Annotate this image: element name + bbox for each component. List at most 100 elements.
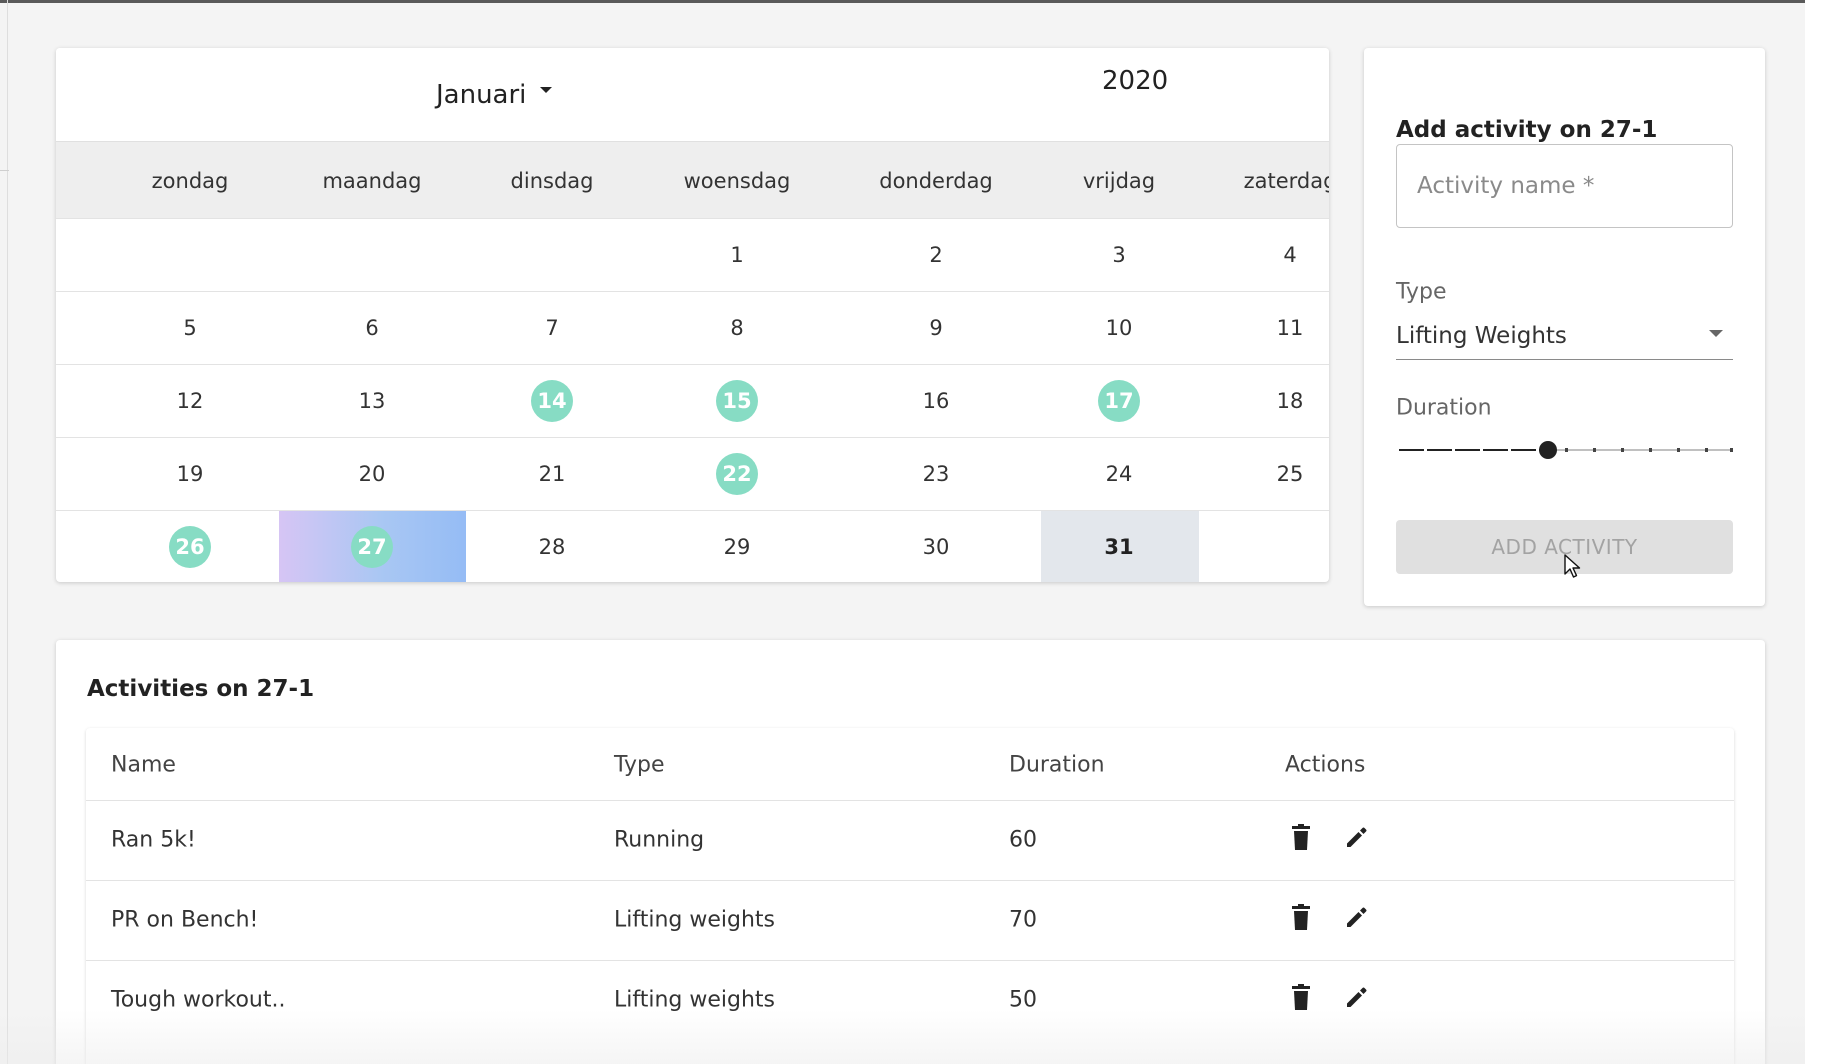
calendar-day-24[interactable]: 24 bbox=[1098, 453, 1140, 495]
duration-slider[interactable] bbox=[1396, 438, 1733, 462]
calendar-week-row: 19 20 21 22 23 24 25 bbox=[56, 437, 1329, 510]
column-header-actions: Actions bbox=[1285, 752, 1366, 778]
slider-track bbox=[1396, 449, 1548, 451]
year-label[interactable]: 2020 bbox=[1102, 66, 1168, 96]
type-select[interactable]: Lifting Weights bbox=[1396, 306, 1733, 360]
calendar-grid: 1 2 3 4 5 6 7 8 9 10 11 12 13 14 15 16 17 18 19 20 21 22 23 24 2… bbox=[56, 218, 1329, 582]
calendar-day-3[interactable]: 3 bbox=[1098, 234, 1140, 276]
calendar-day-cell-10[interactable]: 10 bbox=[1041, 292, 1199, 364]
calendar-day-cell-3[interactable]: 3 bbox=[1041, 219, 1199, 291]
calendar-day-cell-5[interactable]: 5 bbox=[56, 292, 279, 364]
calendar-day-cell-21[interactable]: 21 bbox=[466, 438, 646, 510]
calendar-day-27[interactable]: 27 bbox=[351, 526, 393, 568]
calendar-day-26[interactable]: 26 bbox=[169, 526, 211, 568]
month-select[interactable]: Januari bbox=[436, 80, 553, 110]
calendar-day-18[interactable]: 18 bbox=[1269, 380, 1311, 422]
calendar-day-2[interactable]: 2 bbox=[915, 234, 957, 276]
calendar-day-25[interactable]: 25 bbox=[1269, 453, 1311, 495]
weekday-zaterdag: zaterdag bbox=[1243, 168, 1329, 193]
calendar-day-7[interactable]: 7 bbox=[531, 307, 573, 349]
calendar-day-cell-24[interactable]: 24 bbox=[1041, 438, 1199, 510]
calendar-day-21[interactable]: 21 bbox=[531, 453, 573, 495]
delete-icon[interactable] bbox=[1287, 901, 1315, 933]
weekday-header: zondag maandag dinsdag woensdag donderdag vri… bbox=[56, 141, 1329, 218]
caret-down-icon bbox=[1709, 330, 1723, 337]
slider-mark bbox=[1620, 448, 1624, 452]
calendar-day-cell-13[interactable]: 13 bbox=[279, 365, 466, 437]
add-activity-panel: Add activity on 27-1 Type Lifting Weight… bbox=[1364, 48, 1765, 606]
calendar-day-cell-17[interactable]: 17 bbox=[1041, 365, 1199, 437]
caret-down-icon bbox=[540, 87, 553, 93]
activities-table: Name Type Duration Actions Ran 5k! Running 60 P… bbox=[86, 728, 1734, 1064]
mouse-cursor-icon bbox=[1564, 554, 1581, 578]
cell-duration: 50 bbox=[1009, 987, 1037, 1013]
calendar-day-cell-15[interactable]: 15 bbox=[646, 365, 836, 437]
edit-icon[interactable] bbox=[1343, 981, 1371, 1013]
calendar-day-cell-16[interactable]: 16 bbox=[836, 365, 1041, 437]
calendar-day-6[interactable]: 6 bbox=[351, 307, 393, 349]
calendar-day-cell-27[interactable]: 27 bbox=[279, 511, 466, 582]
calendar-day-cell-6[interactable]: 6 bbox=[279, 292, 466, 364]
calendar-day-23[interactable]: 23 bbox=[915, 453, 957, 495]
edit-icon[interactable] bbox=[1343, 821, 1371, 853]
calendar-day-cell-2[interactable]: 2 bbox=[836, 219, 1041, 291]
activity-name-field[interactable] bbox=[1396, 144, 1733, 228]
calendar: Januari 2020 zondag maandag dinsdag woensda… bbox=[56, 48, 1329, 582]
edit-icon[interactable] bbox=[1343, 901, 1371, 933]
calendar-day-cell-8[interactable]: 8 bbox=[646, 292, 836, 364]
cell-name: PR on Bench! bbox=[111, 907, 259, 933]
delete-icon[interactable] bbox=[1287, 821, 1315, 853]
calendar-day-5[interactable]: 5 bbox=[169, 307, 211, 349]
calendar-day-cell-9[interactable]: 9 bbox=[836, 292, 1041, 364]
calendar-day-17[interactable]: 17 bbox=[1098, 380, 1140, 422]
calendar-day-cell-22[interactable]: 22 bbox=[646, 438, 836, 510]
calendar-day-cell-23[interactable]: 23 bbox=[836, 438, 1041, 510]
calendar-day-4[interactable]: 4 bbox=[1269, 234, 1311, 276]
calendar-day-cell-29[interactable]: 29 bbox=[646, 511, 836, 582]
calendar-day-cell-30[interactable]: 30 bbox=[836, 511, 1041, 582]
calendar-day-10[interactable]: 10 bbox=[1098, 307, 1140, 349]
type-label: Type bbox=[1396, 279, 1447, 305]
calendar-day-22[interactable]: 22 bbox=[716, 453, 758, 495]
calendar-day-cell-28[interactable]: 28 bbox=[466, 511, 646, 582]
calendar-day-cell-14[interactable]: 14 bbox=[466, 365, 646, 437]
calendar-empty-cell bbox=[279, 219, 466, 291]
weekday-maandag: maandag bbox=[322, 168, 422, 193]
calendar-day-cell-26[interactable]: 26 bbox=[56, 511, 279, 582]
calendar-day-cell-11[interactable]: 11 bbox=[1199, 292, 1329, 364]
column-header-name: Name bbox=[111, 752, 176, 778]
right-edge-strip bbox=[1805, 0, 1827, 1064]
calendar-day-20[interactable]: 20 bbox=[351, 453, 393, 495]
calendar-day-16[interactable]: 16 bbox=[915, 380, 957, 422]
calendar-day-31[interactable]: 31 bbox=[1098, 526, 1140, 568]
calendar-empty-cell bbox=[1199, 511, 1329, 582]
calendar-day-cell-20[interactable]: 20 bbox=[279, 438, 466, 510]
slider-mark bbox=[1508, 448, 1512, 452]
calendar-day-28[interactable]: 28 bbox=[531, 526, 573, 568]
left-edge bbox=[7, 0, 8, 1064]
calendar-day-29[interactable]: 29 bbox=[716, 526, 758, 568]
calendar-day-12[interactable]: 12 bbox=[169, 380, 211, 422]
calendar-day-cell-18[interactable]: 18 bbox=[1199, 365, 1329, 437]
calendar-day-cell-19[interactable]: 19 bbox=[56, 438, 279, 510]
calendar-day-30[interactable]: 30 bbox=[915, 526, 957, 568]
calendar-day-1[interactable]: 1 bbox=[716, 234, 758, 276]
calendar-day-14[interactable]: 14 bbox=[531, 380, 573, 422]
calendar-day-8[interactable]: 8 bbox=[716, 307, 758, 349]
calendar-day-13[interactable]: 13 bbox=[351, 380, 393, 422]
calendar-day-cell-1[interactable]: 1 bbox=[646, 219, 836, 291]
calendar-day-cell-12[interactable]: 12 bbox=[56, 365, 279, 437]
delete-icon[interactable] bbox=[1287, 981, 1315, 1013]
row-divider bbox=[86, 880, 1734, 881]
calendar-day-15[interactable]: 15 bbox=[716, 380, 758, 422]
calendar-day-cell-4[interactable]: 4 bbox=[1199, 219, 1329, 291]
calendar-day-9[interactable]: 9 bbox=[915, 307, 957, 349]
activity-name-input[interactable] bbox=[1397, 145, 1732, 227]
calendar-day-cell-7[interactable]: 7 bbox=[466, 292, 646, 364]
calendar-day-cell-31[interactable]: 31 bbox=[1041, 511, 1199, 582]
calendar-day-cell-25[interactable]: 25 bbox=[1199, 438, 1329, 510]
slider-thumb[interactable] bbox=[1538, 441, 1557, 459]
calendar-day-19[interactable]: 19 bbox=[169, 453, 211, 495]
calendar-empty-cell bbox=[56, 219, 279, 291]
calendar-day-11[interactable]: 11 bbox=[1269, 307, 1311, 349]
